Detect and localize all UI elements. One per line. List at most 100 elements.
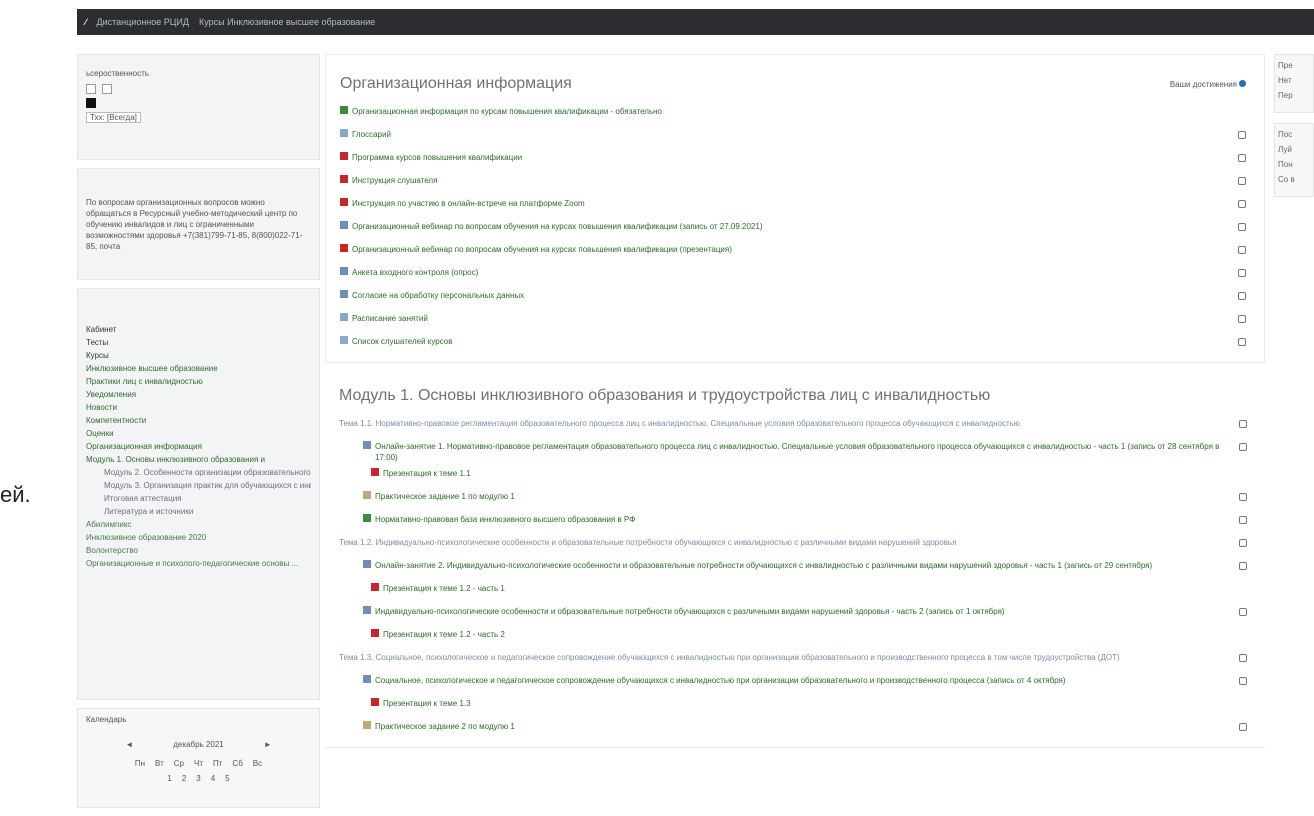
activity-name[interactable]: Презентация к теме 1.2 - часть 2	[383, 629, 505, 640]
completion-checkbox[interactable]	[1238, 292, 1246, 300]
completion-checkbox[interactable]	[1238, 269, 1246, 277]
calendar-date[interactable]: 1	[167, 774, 171, 783]
activity-name[interactable]: Инструкция слушателя	[352, 175, 437, 186]
activity-name[interactable]: Список слушателей курсов	[352, 336, 453, 347]
calendar-date[interactable]: 3	[196, 774, 200, 783]
activity-name[interactable]: Нормативно-правовая база инклюзивного вы…	[375, 514, 635, 525]
completion-checkbox[interactable]	[1239, 608, 1247, 616]
activity-name[interactable]: Онлайн-занятие 2. Индивидуально-психолог…	[375, 560, 1152, 571]
completion-checkbox[interactable]	[1239, 562, 1247, 570]
activity-label[interactable]: Организационная информация по курсам пов…	[340, 101, 662, 117]
nav-item[interactable]: Инклюзивное образование 2020	[86, 531, 311, 544]
activity-name[interactable]: Тема 1.3. Социальное, психологическое и …	[339, 652, 1120, 663]
calendar-prev-icon[interactable]: ◄	[125, 740, 133, 749]
completion-checkbox[interactable]	[1239, 677, 1247, 685]
contrast-icon[interactable]	[86, 98, 96, 108]
completion-checkbox[interactable]	[1239, 516, 1247, 524]
activity-name[interactable]: Презентация к теме 1.1	[383, 468, 471, 479]
activity-label[interactable]: Нормативно-правовая база инклюзивного вы…	[339, 509, 635, 525]
activity-label[interactable]: Тема 1.3. Социальное, психологическое и …	[339, 647, 1120, 663]
nav-item[interactable]: Новости	[86, 401, 311, 414]
completion-checkbox[interactable]	[1238, 223, 1246, 231]
completion-checkbox[interactable]	[1238, 315, 1246, 323]
nav-item[interactable]: Модуль 3. Организация практик для обучаю…	[86, 479, 311, 492]
activity-label[interactable]: Практическое задание 1 по модулю 1	[339, 486, 515, 502]
activity-label[interactable]: Организационный вебинар по вопросам обуч…	[340, 239, 732, 255]
activity-name[interactable]: Согласие на обработку персональных данны…	[352, 290, 524, 301]
nav-item[interactable]: Компетентности	[86, 414, 311, 427]
nav-item[interactable]: Уведомления	[86, 388, 311, 401]
activity-label[interactable]: Тема 1.1. Нормативно-правовое регламента…	[339, 413, 1020, 429]
activity-label[interactable]: Онлайн-занятие 2. Индивидуально-психолог…	[339, 555, 1152, 571]
activity-label[interactable]: Анкета входного контроля (опрос)	[340, 262, 478, 278]
activity-name[interactable]: Презентация к теме 1.2 - часть 1	[383, 583, 505, 594]
font-size-icon[interactable]	[86, 84, 96, 94]
activity-name[interactable]: Социальное, психологическое и педагогиче…	[375, 675, 1066, 686]
activity-name[interactable]: Программа курсов повышения квалификации	[352, 152, 522, 163]
print-icon[interactable]	[102, 84, 112, 94]
activity-label[interactable]: Презентация к теме 1.3	[339, 693, 471, 709]
completion-checkbox[interactable]	[1239, 539, 1247, 547]
nav-item[interactable]: Организационная информация	[86, 440, 311, 453]
activity-name[interactable]: Анкета входного контроля (опрос)	[352, 267, 478, 278]
breadcrumb-item-1[interactable]: Дистанционное РЦИД	[97, 17, 189, 27]
activity-label[interactable]: Практическое задание 2 по модулю 1	[339, 716, 515, 732]
activity-label[interactable]: Организационный вебинар по вопросам обуч…	[340, 216, 762, 232]
activity-label[interactable]: Инструкция по участию в онлайн-встрече н…	[340, 193, 585, 209]
activity-name[interactable]: Организационная информация по курсам пов…	[352, 106, 662, 117]
completion-checkbox[interactable]	[1238, 338, 1246, 346]
nav-item[interactable]: Модуль 1. Основы инклюзивного образовани…	[86, 453, 311, 466]
activity-label[interactable]: Индивидуально-психологические особенност…	[339, 601, 1005, 617]
calendar-date[interactable]: 5	[225, 774, 229, 783]
completion-checkbox[interactable]	[1238, 131, 1246, 139]
completion-checkbox[interactable]	[1239, 723, 1247, 731]
calendar-date[interactable]: 4	[211, 774, 215, 783]
nav-item[interactable]: Тесты	[86, 336, 311, 349]
nav-item[interactable]: Инклюзивное высшее образование	[86, 362, 311, 375]
completion-checkbox[interactable]	[1239, 654, 1247, 662]
nav-item[interactable]: Оценки	[86, 427, 311, 440]
completion-checkbox[interactable]	[1238, 200, 1246, 208]
activity-label[interactable]: Инструкция слушателя	[340, 170, 437, 186]
activity-name[interactable]: Организационный вебинар по вопросам обуч…	[352, 244, 732, 255]
activity-label[interactable]: Социальное, психологическое и педагогиче…	[339, 670, 1066, 686]
activity-name[interactable]: Тема 1.2. Индивидуально-психологические …	[339, 537, 956, 548]
completion-checkbox[interactable]	[1238, 177, 1246, 185]
activity-label[interactable]: Презентация к теме 1.2 - часть 2	[339, 624, 505, 640]
activity-label[interactable]: Тема 1.2. Индивидуально-психологические …	[339, 532, 956, 548]
activity-name[interactable]: Расписание занятий	[352, 313, 428, 324]
activity-label[interactable]: Презентация к теме 1.1	[339, 463, 471, 479]
nav-item[interactable]: Модуль 2. Особенности организации образо…	[86, 466, 311, 479]
nav-item[interactable]: Курсы	[86, 349, 311, 362]
activity-name[interactable]: Презентация к теме 1.3	[383, 698, 471, 709]
breadcrumb-item-2[interactable]: Курсы Инклюзивное высшее образование	[199, 17, 375, 27]
nav-item[interactable]: Организационные и психолого-педагогическ…	[86, 557, 311, 570]
nav-item[interactable]: Литература и источники	[86, 505, 311, 518]
completion-checkbox[interactable]	[1238, 246, 1246, 254]
completion-checkbox[interactable]	[1238, 154, 1246, 162]
activity-name[interactable]: Практическое задание 2 по модулю 1	[375, 721, 515, 732]
activity-name[interactable]: Инструкция по участию в онлайн-встрече н…	[352, 198, 585, 209]
accessibility-select[interactable]: Тхх: [Всегда]	[86, 112, 311, 123]
completion-checkbox[interactable]	[1239, 493, 1247, 501]
nav-item[interactable]: Волонтерство	[86, 544, 311, 557]
activity-label[interactable]: Программа курсов повышения квалификации	[340, 147, 522, 163]
activity-label[interactable]: Список слушателей курсов	[340, 331, 453, 347]
activity-label[interactable]: Онлайн-занятие 1. Нормативно-правовое ре…	[339, 436, 1239, 463]
activity-label[interactable]: Презентация к теме 1.2 - часть 1	[339, 578, 505, 594]
activity-label[interactable]: Согласие на обработку персональных данны…	[340, 285, 524, 301]
activity-name[interactable]: Онлайн-занятие 1. Нормативно-правовое ре…	[375, 441, 1239, 463]
nav-item[interactable]: Итоговая аттестация	[86, 492, 311, 505]
activity-label[interactable]: Глоссарий	[340, 124, 391, 140]
nav-item[interactable]: Кабинет	[86, 323, 311, 336]
activity-name[interactable]: Глоссарий	[352, 129, 391, 140]
nav-item[interactable]: Практики лиц с инвалидностью	[86, 375, 311, 388]
calendar-date[interactable]: 2	[182, 774, 186, 783]
progress-info[interactable]: Ваши достижения	[1170, 79, 1246, 89]
activity-name[interactable]: Практическое задание 1 по модулю 1	[375, 491, 515, 502]
completion-checkbox[interactable]	[1239, 443, 1247, 451]
calendar-next-icon[interactable]: ►	[264, 740, 272, 749]
activity-name[interactable]: Тема 1.1. Нормативно-правовое регламента…	[339, 418, 1020, 429]
completion-checkbox[interactable]	[1239, 420, 1247, 428]
activity-name[interactable]: Организационный вебинар по вопросам обуч…	[352, 221, 762, 232]
